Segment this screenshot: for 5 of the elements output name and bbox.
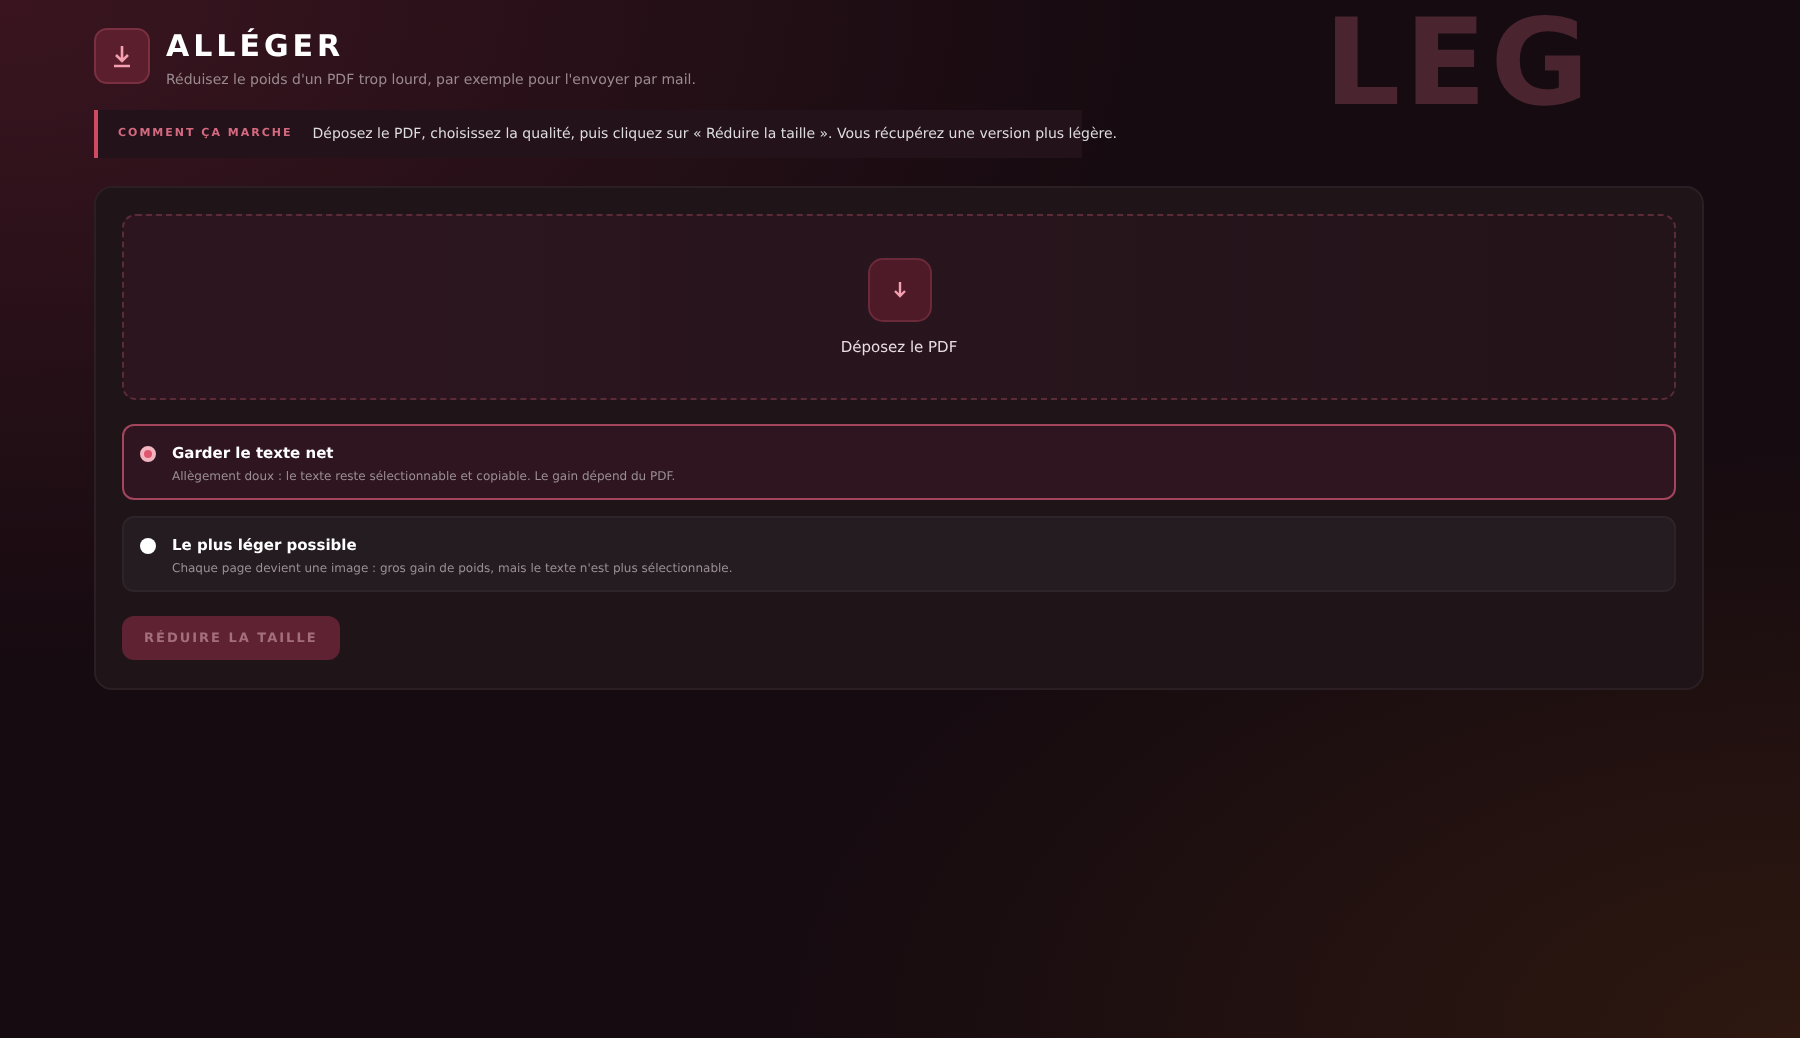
radio-button[interactable]	[140, 538, 156, 554]
download-icon	[867, 258, 931, 322]
radio-button[interactable]	[140, 446, 156, 462]
page-title: ALLÉGER	[166, 28, 347, 64]
download-icon	[94, 28, 150, 84]
